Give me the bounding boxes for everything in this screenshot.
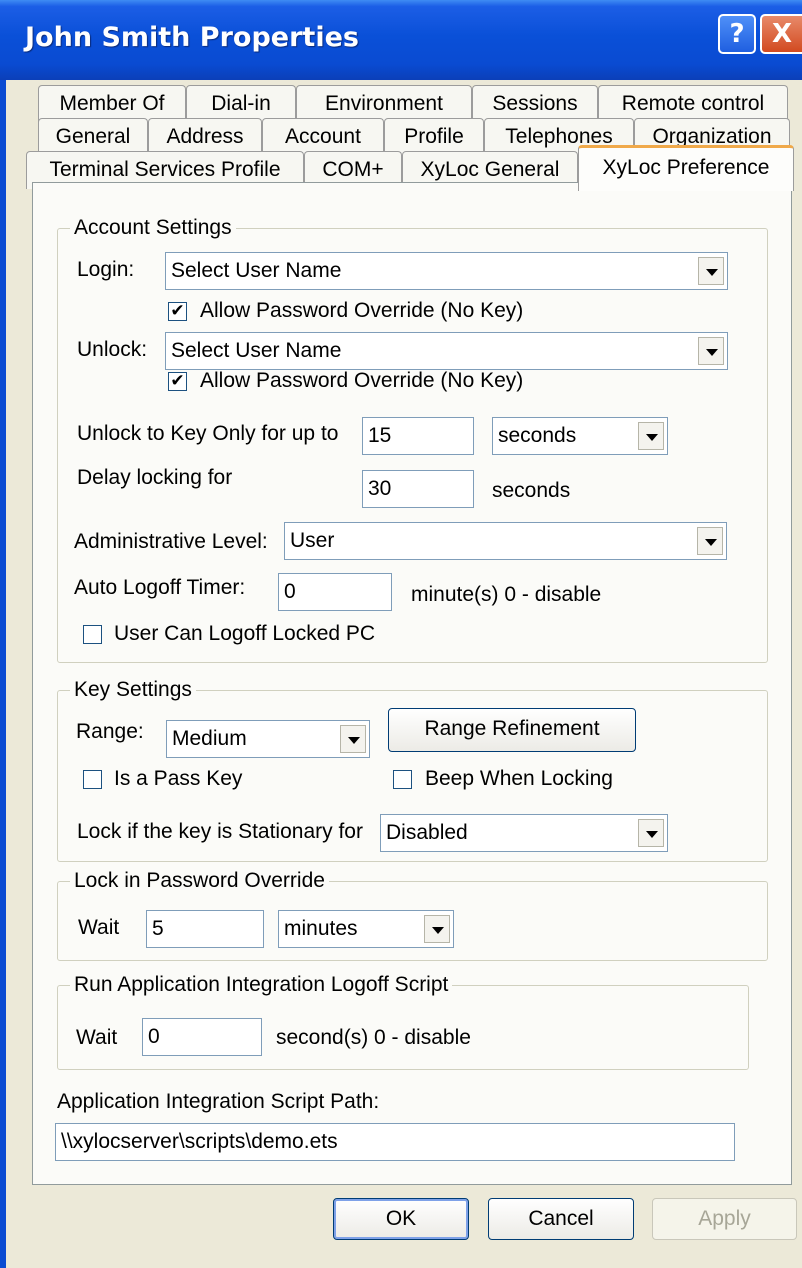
override-wait-unit-value: minutes xyxy=(284,917,358,940)
delay-label: Delay locking for xyxy=(77,466,233,489)
chevron-down-icon[interactable] xyxy=(638,422,664,450)
login-label: Login: xyxy=(77,258,135,281)
window-title: John Smith Properties xyxy=(25,22,359,53)
login-override-label: Allow Password Override (No Key) xyxy=(200,299,524,322)
apply-button[interactable]: Apply xyxy=(652,1198,797,1240)
stationary-label: Lock if the key is Stationary for xyxy=(77,820,363,843)
pass-key-checkbox[interactable] xyxy=(83,770,102,789)
admin-level-select[interactable]: User xyxy=(284,522,727,560)
unlock-override-label: Allow Password Override (No Key) xyxy=(200,369,524,392)
properties-window: John Smith Properties ? X Member Of Dial… xyxy=(0,0,802,1268)
key-settings-legend: Key Settings xyxy=(70,678,196,702)
user-logoff-checkbox[interactable] xyxy=(83,625,102,644)
help-button[interactable]: ? xyxy=(718,14,756,54)
window-frame xyxy=(0,80,6,1268)
range-value: Medium xyxy=(172,727,247,750)
unlock-key-unit-value: seconds xyxy=(498,424,577,447)
script-wait-label: Wait xyxy=(76,1026,118,1049)
unlock-select[interactable]: Select User Name xyxy=(165,332,728,370)
pass-key-label: Is a Pass Key xyxy=(114,767,243,790)
user-logoff-label: User Can Logoff Locked PC xyxy=(114,622,376,645)
auto-logoff-label: Auto Logoff Timer: xyxy=(74,576,246,599)
chevron-down-icon[interactable] xyxy=(638,819,664,847)
chevron-down-icon[interactable] xyxy=(340,725,366,753)
stationary-select[interactable]: Disabled xyxy=(380,814,668,852)
script-path-label: Application Integration Script Path: xyxy=(57,1090,380,1113)
account-settings-legend: Account Settings xyxy=(70,216,236,240)
chevron-down-icon[interactable] xyxy=(698,337,724,365)
admin-level-label: Administrative Level: xyxy=(74,530,268,553)
password-override-legend: Lock in Password Override xyxy=(70,869,329,893)
override-wait-unit-select[interactable]: minutes xyxy=(278,910,454,948)
tab-xyloc-preference[interactable]: XyLoc Preference xyxy=(578,145,794,191)
login-select[interactable]: Select User Name xyxy=(165,252,728,290)
login-select-value: Select User Name xyxy=(171,259,342,282)
unlock-key-unit-select[interactable]: seconds xyxy=(492,417,668,455)
logoff-script-legend: Run Application Integration Logoff Scrip… xyxy=(70,973,453,997)
login-override-checkbox[interactable]: ✔ xyxy=(168,302,187,321)
chevron-down-icon[interactable] xyxy=(424,915,450,943)
beep-locking-label: Beep When Locking xyxy=(425,767,613,790)
stationary-value: Disabled xyxy=(386,821,468,844)
auto-logoff-hint: minute(s) 0 - disable xyxy=(411,583,602,606)
range-label: Range: xyxy=(76,720,144,743)
ok-button[interactable]: OK xyxy=(333,1198,469,1240)
cancel-button[interactable]: Cancel xyxy=(488,1198,634,1240)
range-refinement-button[interactable]: Range Refinement xyxy=(388,708,636,752)
script-wait-hint: second(s) 0 - disable xyxy=(276,1026,471,1049)
override-wait-label: Wait xyxy=(78,916,120,939)
admin-level-value: User xyxy=(290,529,335,552)
range-select[interactable]: Medium xyxy=(166,720,370,758)
auto-logoff-input[interactable]: 0 xyxy=(278,573,392,611)
unlock-key-label: Unlock to Key Only for up to xyxy=(77,422,339,445)
unlock-label: Unlock: xyxy=(77,338,148,361)
unlock-select-value: Select User Name xyxy=(171,339,342,362)
unlock-key-input[interactable]: 15 xyxy=(362,417,474,455)
delay-unit-label: seconds xyxy=(492,479,571,502)
script-path-input[interactable]: \\xylocserver\scripts\demo.ets xyxy=(55,1123,735,1161)
chevron-down-icon[interactable] xyxy=(697,527,723,555)
unlock-override-checkbox[interactable]: ✔ xyxy=(168,372,187,391)
script-wait-input[interactable]: 0 xyxy=(142,1018,262,1056)
delay-input[interactable]: 30 xyxy=(362,470,474,508)
chevron-down-icon[interactable] xyxy=(698,257,724,285)
override-wait-input[interactable]: 5 xyxy=(146,910,264,948)
close-button[interactable]: X xyxy=(760,14,802,54)
beep-locking-checkbox[interactable] xyxy=(393,770,412,789)
title-bar[interactable]: John Smith Properties ? X xyxy=(0,0,802,80)
